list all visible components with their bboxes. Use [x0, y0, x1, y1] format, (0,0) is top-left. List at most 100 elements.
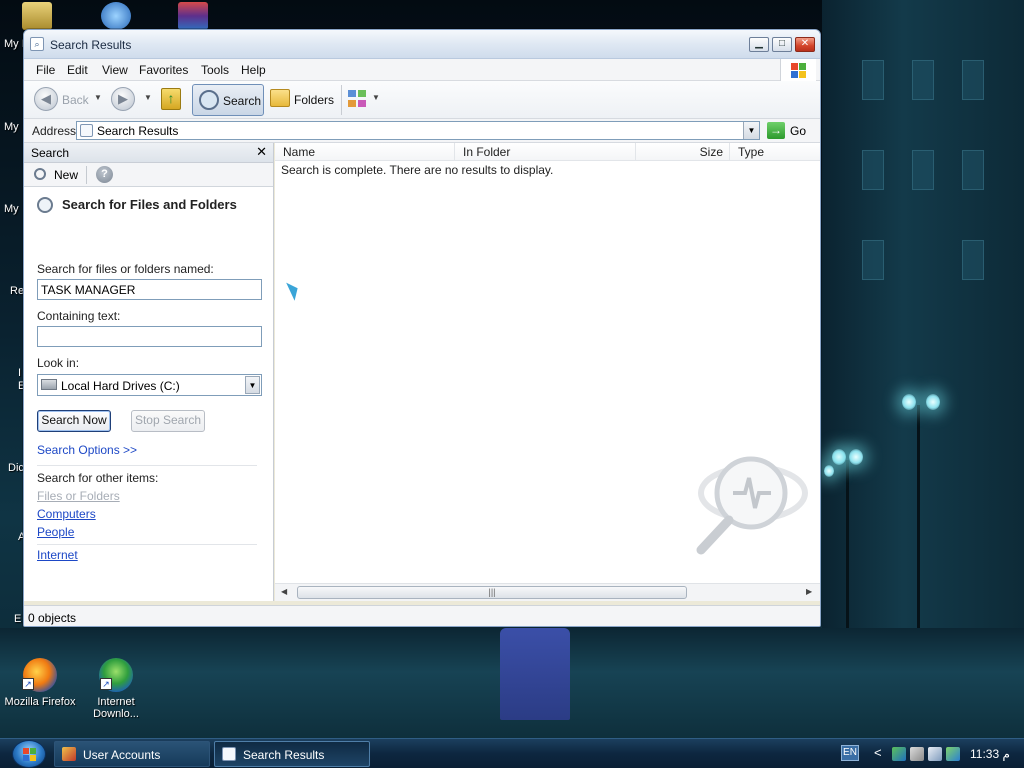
go-button[interactable]: Go [790, 124, 806, 138]
internet-link[interactable]: Internet [37, 548, 78, 562]
minimize-button[interactable]: ▁ [749, 37, 769, 52]
language-indicator[interactable]: EN [841, 745, 859, 761]
address-value: Search Results [97, 124, 179, 138]
new-search-icon[interactable] [34, 168, 46, 180]
windows-logo-icon [780, 59, 816, 81]
search-toggle-button[interactable]: Search [192, 84, 264, 116]
clock[interactable]: 11:33 م [970, 747, 1010, 761]
title-bar[interactable]: ⌕ Search Results ▁ □ ✕ [24, 30, 820, 59]
pane-divider [37, 544, 257, 545]
column-header-in-folder[interactable]: In Folder [455, 143, 636, 161]
search-now-button[interactable]: Search Now [37, 410, 111, 432]
street-lamp [902, 394, 916, 410]
horizontal-scrollbar[interactable]: ◀ ||| ▶ [275, 583, 820, 601]
street-lamp [832, 449, 846, 465]
show-hidden-icons-icon[interactable]: < [874, 745, 882, 760]
desktop-browser-icon[interactable] [101, 2, 131, 30]
column-header-name[interactable]: Name [275, 143, 455, 161]
forward-dropdown-icon[interactable]: ▼ [144, 93, 152, 102]
maximize-button[interactable]: □ [772, 37, 792, 52]
scrollbar-thumb[interactable]: ||| [297, 586, 687, 599]
taskbar-button-label: Search Results [243, 748, 325, 762]
computers-link[interactable]: Computers [37, 507, 96, 521]
new-search-button[interactable]: New [54, 168, 78, 182]
start-logo-green [30, 748, 36, 754]
forward-arrow-icon[interactable]: ▶ [111, 87, 135, 111]
look-in-label: Look in: [37, 356, 80, 370]
look-in-dropdown-icon[interactable]: ▼ [245, 376, 260, 394]
network-tray-icon[interactable] [892, 747, 906, 761]
other-items-label: Search for other items: [37, 471, 159, 485]
taskbar: User Accounts Search Results EN < 11:33 … [0, 738, 1024, 768]
back-dropdown-icon[interactable]: ▼ [94, 93, 102, 102]
address-field[interactable]: Search Results ▼ [76, 121, 760, 140]
views-dropdown-icon[interactable]: ▼ [372, 93, 380, 102]
menu-favorites[interactable]: Favorites [139, 63, 188, 77]
desktop-archive-icon[interactable] [178, 2, 208, 30]
wallpaper-window [862, 60, 884, 100]
scroll-right-icon[interactable]: ▶ [806, 587, 812, 596]
desktop-edge-label[interactable]: Dic [8, 462, 24, 474]
containing-text-input[interactable] [37, 326, 262, 347]
wallpaper-window [962, 240, 984, 280]
desktop-edge-label[interactable]: My I [4, 38, 25, 50]
taskbar-button-search-results[interactable]: Search Results [214, 741, 370, 767]
views-icon[interactable] [348, 90, 368, 108]
back-arrow-icon[interactable]: ◀ [34, 87, 58, 111]
views-tile [358, 100, 366, 107]
search-results-icon [80, 124, 93, 137]
tray-app-icon[interactable] [946, 747, 960, 761]
scroll-left-icon[interactable]: ◀ [281, 587, 287, 596]
folders-button[interactable]: Folders [294, 93, 334, 107]
wallpaper-window [962, 150, 984, 190]
street-lamp [926, 394, 940, 410]
back-button[interactable]: Back [62, 93, 89, 107]
menu-edit[interactable]: Edit [67, 63, 88, 77]
tray-app-icon[interactable] [928, 747, 942, 761]
desktop-icon-label: Mozilla Firefox [4, 696, 76, 708]
windows-logo-blue [791, 71, 798, 78]
desktop-edge-label[interactable]: My [4, 121, 19, 133]
look-in-select[interactable]: Local Hard Drives (C:) ▼ [37, 374, 262, 396]
menu-file[interactable]: File [36, 63, 55, 77]
desktop-folder-icon[interactable] [22, 2, 52, 30]
wallpaper-window [862, 150, 884, 190]
windows-logo-green [799, 63, 806, 70]
desktop-edge-label[interactable]: My [4, 203, 19, 215]
file-name-input[interactable] [37, 279, 262, 300]
wallpaper-window [862, 240, 884, 280]
views-tile [348, 100, 356, 107]
hard-drive-icon [41, 379, 57, 390]
address-dropdown-icon[interactable]: ▼ [743, 122, 759, 139]
column-header-size[interactable]: Size [636, 143, 730, 161]
up-folder-icon[interactable]: ↑ [161, 88, 181, 110]
pane-divider [37, 465, 257, 466]
taskbar-button-user-accounts[interactable]: User Accounts [54, 741, 210, 767]
search-window-icon: ⌕ [30, 37, 44, 51]
close-button[interactable]: ✕ [795, 37, 815, 52]
close-pane-icon[interactable]: ✕ [256, 144, 267, 160]
start-logo-blue [23, 755, 29, 761]
toolbar-separator [341, 85, 342, 115]
column-header-type[interactable]: Type [730, 143, 820, 161]
desktop-icon-internet-download-manager[interactable]: ↗ Internet Downlo... [76, 658, 156, 720]
menu-view[interactable]: View [102, 63, 128, 77]
street-lamp-post [846, 460, 849, 630]
start-button[interactable] [12, 740, 46, 768]
menu-tools[interactable]: Tools [201, 63, 229, 77]
desktop-icon-firefox[interactable]: ↗ Mozilla Firefox [0, 658, 80, 708]
search-options-link[interactable]: Search Options >> [37, 443, 137, 457]
search-companion-icon [37, 197, 53, 213]
tray-app-icon[interactable] [910, 747, 924, 761]
people-link[interactable]: People [37, 525, 74, 539]
go-arrow-icon[interactable]: → [767, 122, 785, 139]
desktop-edge-label[interactable]: I [18, 367, 21, 379]
search-pane-header: Search ✕ [24, 143, 273, 163]
containing-text-label: Containing text: [37, 309, 121, 323]
folders-icon[interactable] [270, 89, 290, 107]
desktop-edge-label[interactable]: Re [10, 285, 24, 297]
menu-help[interactable]: Help [241, 63, 266, 77]
help-icon[interactable]: ? [96, 166, 113, 183]
desktop-edge-label[interactable]: E [14, 613, 21, 625]
results-list[interactable]: Name In Folder Size Type Search is compl… [275, 143, 820, 601]
